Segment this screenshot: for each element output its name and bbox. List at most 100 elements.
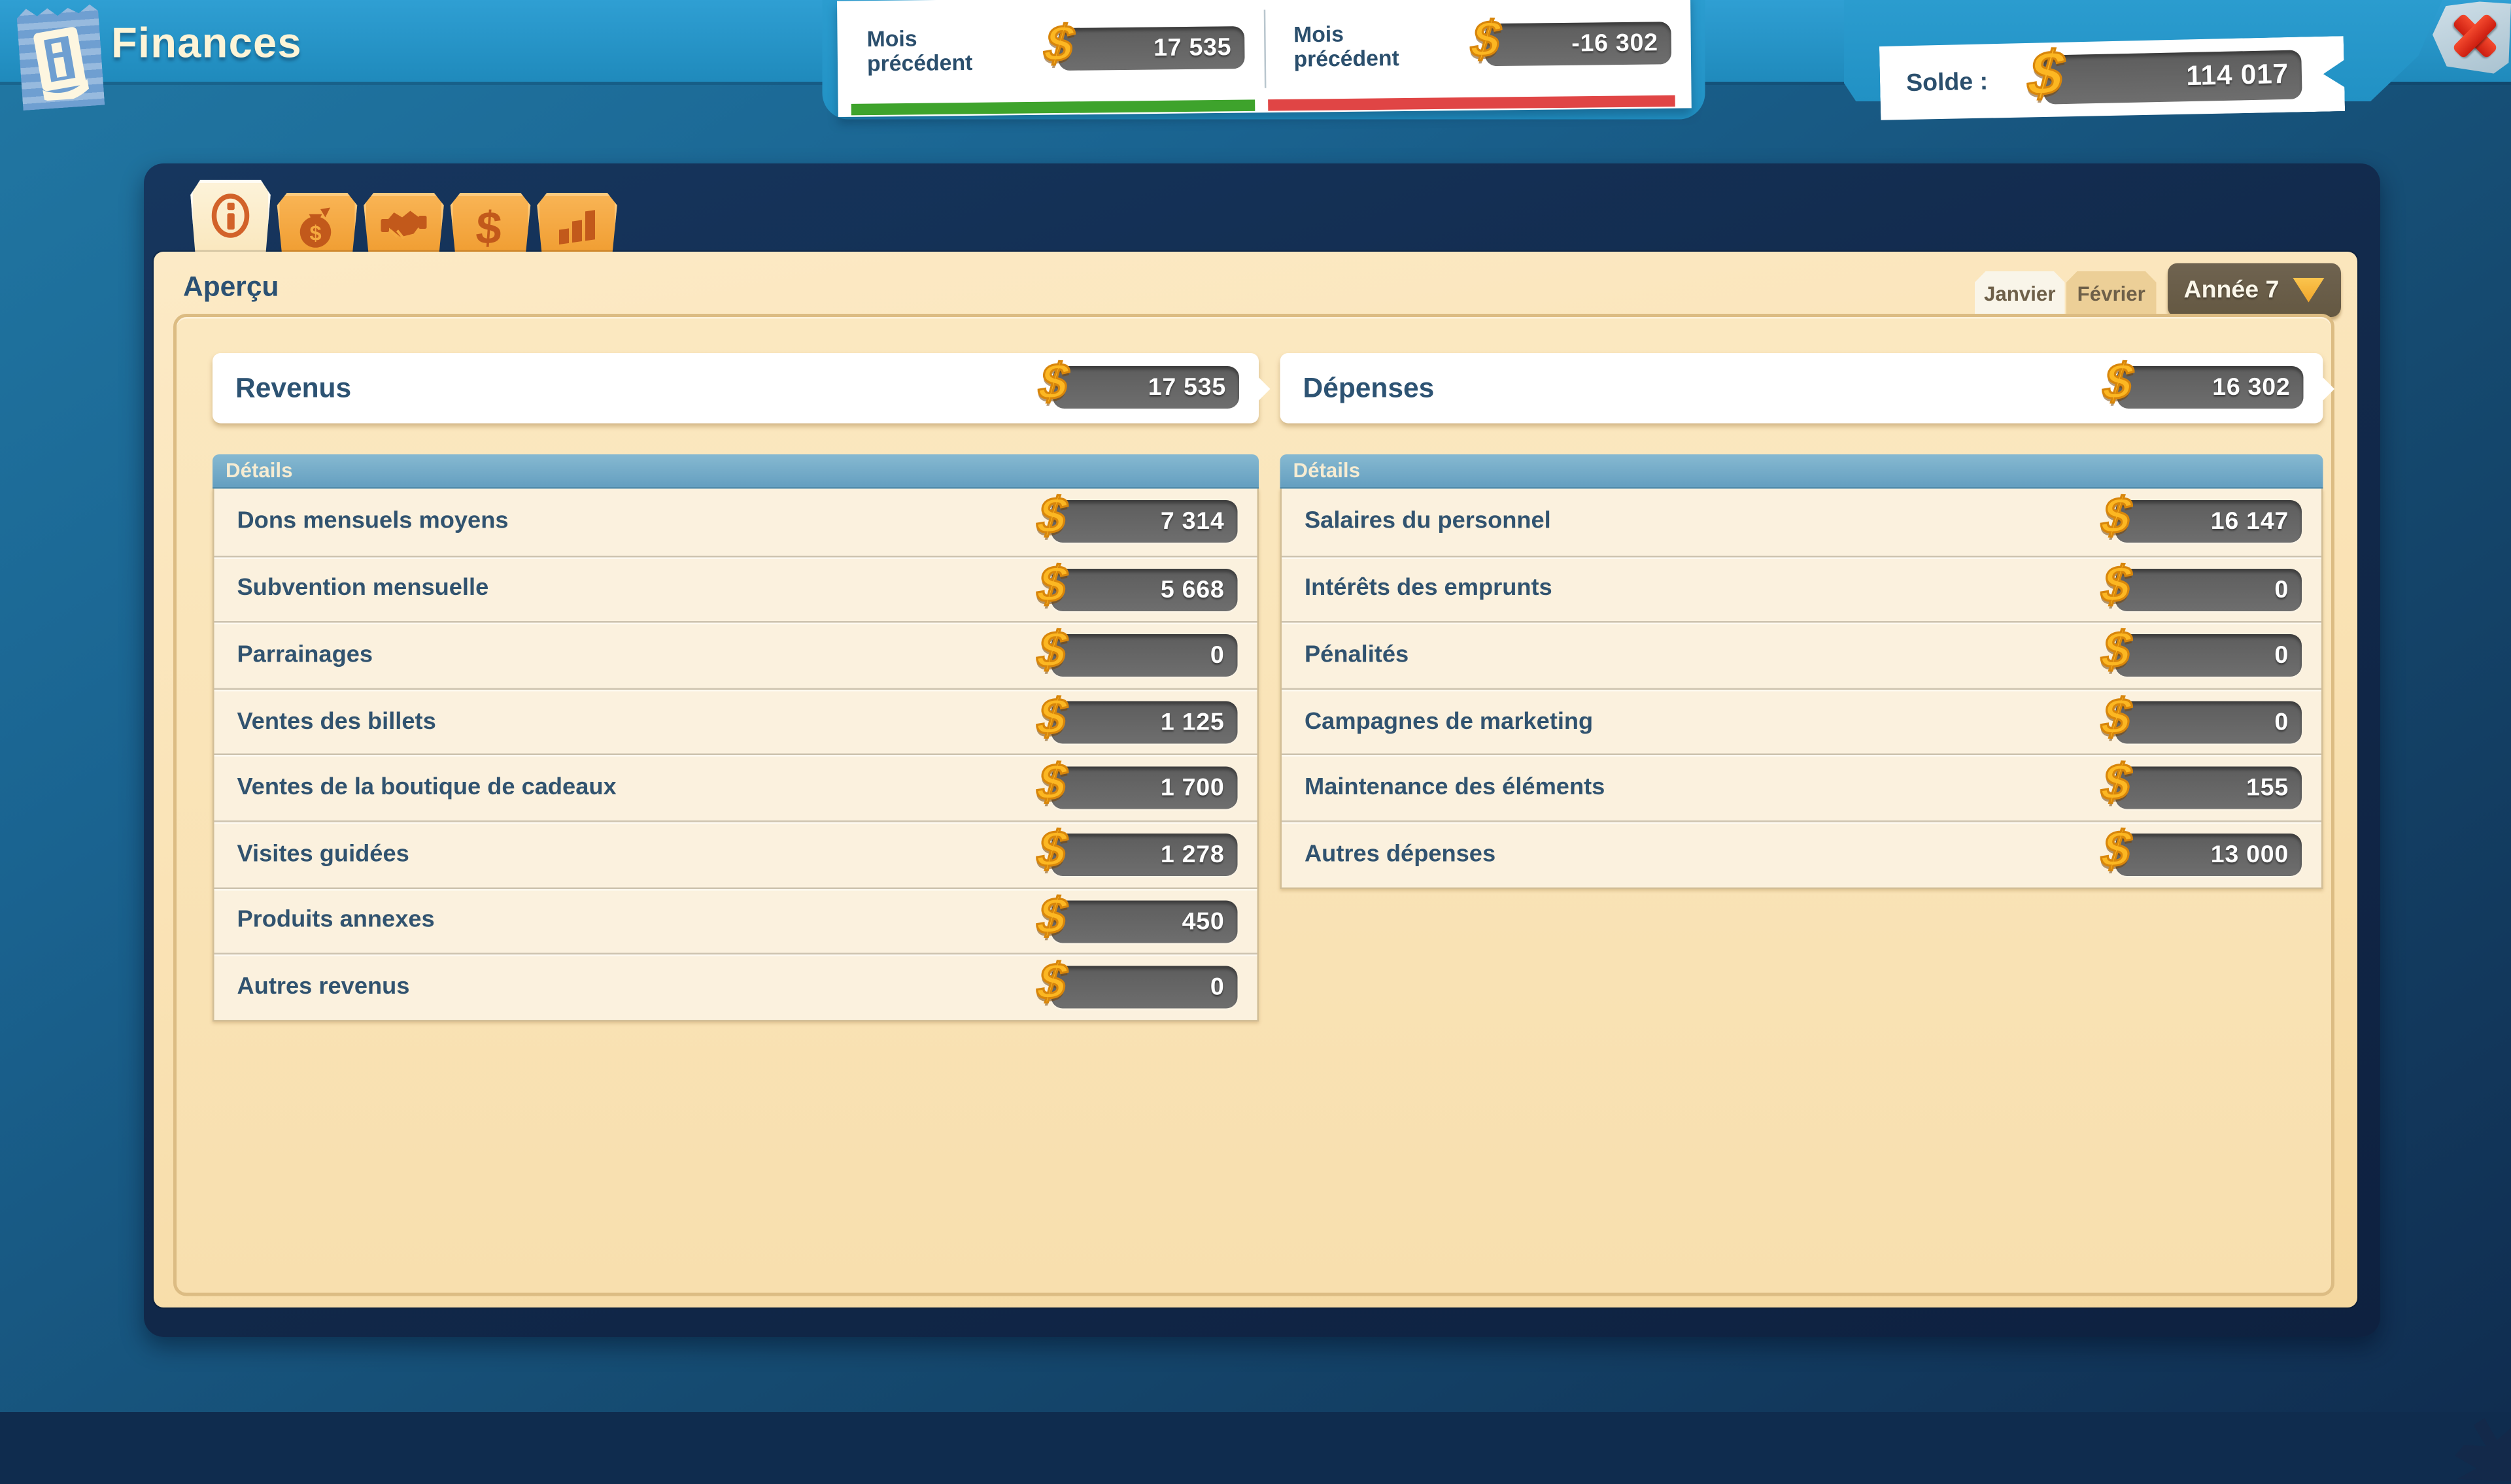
amount-pill: $7 314 — [1051, 500, 1238, 543]
dollar-icon: $ — [1037, 356, 1070, 407]
dollar-icon: $ — [1469, 14, 1502, 65]
amount-pill: $0 — [1051, 634, 1238, 677]
row-label: Ventes des billets — [237, 709, 436, 735]
year-label: Année 7 — [2184, 277, 2280, 305]
window-title: Finances — [111, 18, 302, 69]
income-trend-bar — [851, 99, 1256, 115]
amount-value: 1 700 — [1161, 775, 1225, 803]
amount-pill: $0 — [2115, 701, 2302, 743]
prev-month-expense-label: Mois précédent — [1293, 21, 1435, 72]
list-item: Dons mensuels moyens $7 314 — [214, 489, 1257, 555]
amount-value: 1 125 — [1161, 708, 1225, 736]
amount-value: 0 — [1210, 973, 1225, 1002]
prev-month-expense-value: -16 302 — [1571, 29, 1658, 58]
list-item: Maintenance des éléments $155 — [1282, 754, 2321, 820]
amount-value: 155 — [2246, 775, 2289, 803]
expenses-title: Dépenses — [1303, 372, 1435, 405]
list-item: Ventes des billets $1 125 — [214, 688, 1257, 754]
dollar-icon: $ — [2100, 691, 2133, 742]
prev-month-expense: Mois précédent $ -16 302 — [1263, 0, 1691, 98]
balance-label: Solde : — [1906, 67, 1989, 97]
expenses-total-pill: $ 16 302 — [2117, 366, 2304, 409]
dollar-icon: $ — [2101, 356, 2134, 407]
income-header: Revenus $ 17 535 — [213, 353, 1259, 424]
amount-pill: $5 668 — [1051, 568, 1238, 611]
amount-value: 13 000 — [2211, 841, 2289, 869]
dollar-icon: $ — [470, 205, 512, 254]
bar-chart-icon — [555, 205, 600, 247]
income-list: Dons mensuels moyens $7 314 Subvention men… — [213, 489, 1259, 1021]
section-title: Aperçu — [183, 271, 279, 304]
summary-ribbon: Mois précédent $ 17 535 Mois précédent $… — [837, 0, 1692, 117]
amount-pill: $155 — [2115, 767, 2302, 809]
dollar-icon: $ — [1043, 18, 1076, 69]
tab-loans[interactable]: $ — [450, 193, 532, 255]
amount-pill: $0 — [2115, 568, 2302, 611]
amount-pill: $13 000 — [2115, 834, 2302, 876]
info-icon — [209, 192, 252, 241]
money-bag-icon: $ — [296, 205, 339, 250]
tab-charts[interactable] — [536, 193, 618, 255]
amount-pill: $1 278 — [1051, 834, 1238, 876]
dollar-icon: $ — [1035, 824, 1068, 875]
row-label: Ventes de la boutique de cadeaux — [237, 775, 617, 801]
row-label: Intérêts des emprunts — [1305, 576, 1552, 602]
dollar-icon: $ — [2026, 43, 2066, 106]
dollar-icon: $ — [1035, 956, 1068, 1007]
resize-handle[interactable] — [2439, 1409, 2511, 1484]
income-total-value: 17 535 — [1148, 373, 1226, 401]
balance-value: 114 017 — [2186, 58, 2289, 93]
dollar-icon: $ — [2100, 558, 2133, 609]
amount-pill: $450 — [1051, 900, 1238, 942]
row-label: Salaires du personnel — [1305, 509, 1551, 535]
list-item: Pénalités $0 — [1282, 621, 2321, 687]
list-item: Parrainages $0 — [214, 621, 1257, 687]
row-label: Visites guidées — [237, 841, 409, 868]
tab-overview[interactable] — [190, 180, 271, 255]
amount-pill: $1 700 — [1051, 767, 1238, 809]
dollar-icon: $ — [2100, 824, 2133, 875]
amount-value: 5 668 — [1161, 575, 1225, 603]
row-label: Dons mensuels moyens — [237, 509, 509, 535]
list-item: Autres dépenses $13 000 — [1282, 820, 2321, 886]
month-button-fevrier[interactable]: Février — [2066, 271, 2157, 316]
month-button-janvier[interactable]: Janvier — [1975, 271, 2065, 316]
tab-income[interactable]: $ — [277, 193, 358, 255]
dollar-icon: $ — [2100, 624, 2133, 675]
row-label: Maintenance des éléments — [1305, 775, 1605, 801]
amount-value: 1 278 — [1161, 841, 1225, 869]
amount-pill: $ -16 302 — [1484, 22, 1671, 66]
dollar-icon: $ — [1035, 558, 1068, 609]
overview-content: Revenus $ 17 535 Détails Dons mensuels m… — [173, 314, 2334, 1296]
amount-pill: $0 — [2115, 634, 2302, 677]
tab-sponsorship[interactable] — [363, 193, 445, 255]
row-label: Parrainages — [237, 642, 373, 668]
expenses-list: Salaires du personnel $16 147 Intérêts des… — [1280, 489, 2323, 888]
amount-pill: $16 147 — [2115, 500, 2302, 543]
amount-pill: $1 125 — [1051, 701, 1238, 743]
list-item: Subvention mensuelle$5 668 — [214, 555, 1257, 621]
dollar-icon: $ — [1035, 757, 1068, 808]
prev-month-income-label: Mois précédent — [866, 25, 1008, 76]
income-total-pill: $ 17 535 — [1053, 366, 1239, 409]
list-item: Ventes de la boutique de cadeaux $1 700 — [214, 754, 1257, 820]
prev-month-income: Mois précédent $ 17 535 — [837, 0, 1265, 103]
amount-value: 16 147 — [2211, 507, 2289, 535]
row-label: Autres revenus — [237, 974, 410, 1000]
prev-month-income-value: 17 535 — [1153, 34, 1232, 63]
amount-value: 0 — [1210, 642, 1225, 670]
expense-trend-bar — [1268, 95, 1675, 111]
dollar-icon: $ — [2100, 757, 2133, 808]
dollar-icon: $ — [1035, 490, 1068, 541]
amount-pill: $ 17 535 — [1058, 26, 1245, 71]
dollar-icon: $ — [1035, 890, 1068, 941]
year-dropdown[interactable]: Année 7 — [2168, 263, 2341, 318]
list-item: Campagnes de marketing$0 — [1282, 688, 2321, 754]
list-item: Salaires du personnel $16 147 — [1282, 489, 2321, 555]
row-label: Pénalités — [1305, 642, 1409, 668]
row-label: Autres dépenses — [1305, 841, 1495, 868]
list-item: Autres revenus $0 — [214, 953, 1257, 1019]
row-label: Produits annexes — [237, 907, 435, 934]
expenses-column: Dépenses $ 16 302 Détails Salaires du pe… — [1280, 353, 2323, 888]
finances-window: $ $ Aperç — [144, 163, 2380, 1337]
